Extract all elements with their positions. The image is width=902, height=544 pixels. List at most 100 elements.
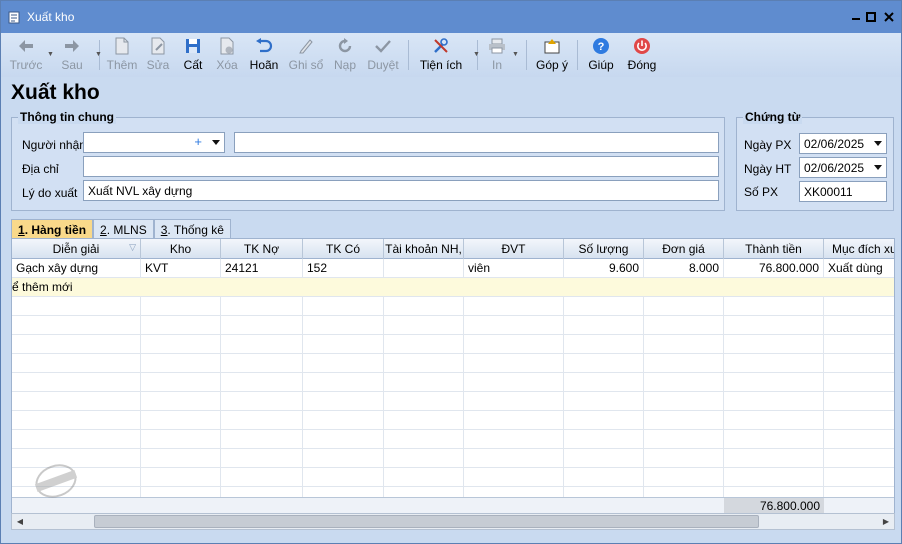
post-button[interactable]: Ghi sổ bbox=[284, 33, 328, 77]
empty-cell[interactable] bbox=[221, 430, 303, 449]
add-button[interactable]: Thêm bbox=[104, 33, 140, 77]
empty-cell[interactable] bbox=[384, 354, 464, 373]
delete-button[interactable]: Xóa bbox=[210, 33, 244, 77]
prev-button[interactable]: Trước ▼ bbox=[7, 33, 54, 77]
column-header[interactable]: Mục đích xuất bbox=[824, 239, 894, 259]
empty-cell[interactable] bbox=[724, 354, 824, 373]
empty-cell[interactable] bbox=[644, 297, 724, 316]
empty-cell[interactable] bbox=[724, 335, 824, 354]
empty-row[interactable] bbox=[12, 316, 894, 335]
prev-dropdown-icon[interactable]: ▼ bbox=[47, 51, 54, 58]
tab-statistics[interactable]: 3. Thống kê bbox=[153, 219, 231, 239]
empty-row[interactable] bbox=[12, 430, 894, 449]
empty-cell[interactable] bbox=[824, 316, 894, 335]
empty-cell[interactable] bbox=[141, 468, 221, 487]
empty-cell[interactable] bbox=[644, 449, 724, 468]
column-header[interactable]: Thành tiền bbox=[724, 239, 824, 259]
empty-cell[interactable] bbox=[464, 373, 564, 392]
empty-cell[interactable] bbox=[644, 468, 724, 487]
empty-cell[interactable] bbox=[384, 449, 464, 468]
recipient-name-field[interactable] bbox=[234, 132, 719, 153]
empty-cell[interactable] bbox=[644, 430, 724, 449]
empty-cell[interactable] bbox=[724, 468, 824, 487]
empty-cell[interactable] bbox=[564, 373, 644, 392]
empty-cell[interactable] bbox=[824, 392, 894, 411]
empty-cell[interactable] bbox=[384, 297, 464, 316]
empty-cell[interactable] bbox=[824, 297, 894, 316]
empty-cell[interactable] bbox=[12, 430, 141, 449]
empty-cell[interactable] bbox=[464, 316, 564, 335]
empty-cell[interactable] bbox=[564, 354, 644, 373]
close-form-button[interactable]: Đóng bbox=[620, 33, 664, 77]
scroll-left-icon[interactable]: ◀ bbox=[12, 514, 28, 529]
empty-cell[interactable] bbox=[303, 297, 384, 316]
next-dropdown-icon[interactable]: ▼ bbox=[95, 51, 102, 58]
utilities-button[interactable]: Tiện ích ▼ bbox=[413, 33, 480, 77]
empty-cell[interactable] bbox=[141, 316, 221, 335]
empty-cell[interactable] bbox=[141, 335, 221, 354]
print-dropdown-icon[interactable]: ▼ bbox=[512, 51, 519, 58]
empty-cell[interactable] bbox=[464, 449, 564, 468]
empty-cell[interactable] bbox=[824, 354, 894, 373]
empty-cell[interactable] bbox=[141, 449, 221, 468]
empty-cell[interactable] bbox=[303, 316, 384, 335]
empty-cell[interactable] bbox=[564, 411, 644, 430]
empty-cell[interactable] bbox=[724, 411, 824, 430]
empty-cell[interactable] bbox=[141, 411, 221, 430]
empty-cell[interactable] bbox=[221, 468, 303, 487]
empty-cell[interactable] bbox=[564, 449, 644, 468]
cell-amount[interactable]: 76.800.000 bbox=[724, 259, 824, 278]
empty-row[interactable] bbox=[12, 449, 894, 468]
add-icon[interactable]: + bbox=[194, 135, 202, 149]
empty-cell[interactable] bbox=[564, 335, 644, 354]
empty-cell[interactable] bbox=[12, 373, 141, 392]
empty-cell[interactable] bbox=[644, 335, 724, 354]
empty-cell[interactable] bbox=[384, 316, 464, 335]
empty-cell[interactable] bbox=[824, 411, 894, 430]
empty-cell[interactable] bbox=[303, 392, 384, 411]
empty-cell[interactable] bbox=[824, 430, 894, 449]
chevron-down-icon[interactable] bbox=[874, 141, 882, 146]
column-header[interactable]: TK Có bbox=[303, 239, 384, 259]
cell-unit[interactable]: viên bbox=[464, 259, 564, 278]
empty-cell[interactable] bbox=[644, 373, 724, 392]
empty-cell[interactable] bbox=[824, 373, 894, 392]
empty-cell[interactable] bbox=[464, 297, 564, 316]
empty-cell[interactable] bbox=[384, 373, 464, 392]
cell-debit-account[interactable]: 24121 bbox=[221, 259, 303, 278]
recipient-combo[interactable]: + bbox=[83, 132, 225, 153]
chevron-down-icon[interactable] bbox=[212, 140, 220, 145]
empty-cell[interactable] bbox=[141, 297, 221, 316]
empty-cell[interactable] bbox=[644, 392, 724, 411]
column-header[interactable]: TK Nợ bbox=[221, 239, 303, 259]
tab-mlns[interactable]: 2. MLNS bbox=[93, 219, 154, 239]
empty-cell[interactable] bbox=[724, 430, 824, 449]
empty-cell[interactable] bbox=[464, 468, 564, 487]
column-header[interactable]: Kho bbox=[141, 239, 221, 259]
empty-cell[interactable] bbox=[464, 392, 564, 411]
save-button[interactable]: Cất bbox=[176, 33, 210, 77]
column-header[interactable]: Diễn giải ▽ bbox=[12, 239, 141, 259]
empty-cell[interactable] bbox=[221, 335, 303, 354]
posting-date-picker[interactable]: 02/06/2025 bbox=[799, 133, 887, 154]
empty-cell[interactable] bbox=[724, 297, 824, 316]
cell-bank-account[interactable] bbox=[384, 259, 464, 278]
postpone-button[interactable]: Hoãn bbox=[244, 33, 284, 77]
empty-cell[interactable] bbox=[384, 392, 464, 411]
empty-cell[interactable] bbox=[303, 354, 384, 373]
empty-cell[interactable] bbox=[221, 411, 303, 430]
empty-cell[interactable] bbox=[141, 430, 221, 449]
empty-cell[interactable] bbox=[12, 335, 141, 354]
empty-cell[interactable] bbox=[824, 449, 894, 468]
empty-cell[interactable] bbox=[141, 373, 221, 392]
reload-button[interactable]: Nạp bbox=[328, 33, 362, 77]
accounting-date-picker[interactable]: 02/06/2025 bbox=[799, 157, 887, 178]
empty-cell[interactable] bbox=[303, 430, 384, 449]
table-row[interactable]: Gạch xây dựng KVT 24121 152 viên 9.600 8… bbox=[12, 259, 894, 278]
empty-cell[interactable] bbox=[221, 316, 303, 335]
empty-cell[interactable] bbox=[221, 449, 303, 468]
empty-cell[interactable] bbox=[564, 392, 644, 411]
empty-cell[interactable] bbox=[221, 392, 303, 411]
voucher-number-field[interactable]: XK00011 bbox=[799, 181, 887, 202]
empty-cell[interactable] bbox=[221, 373, 303, 392]
